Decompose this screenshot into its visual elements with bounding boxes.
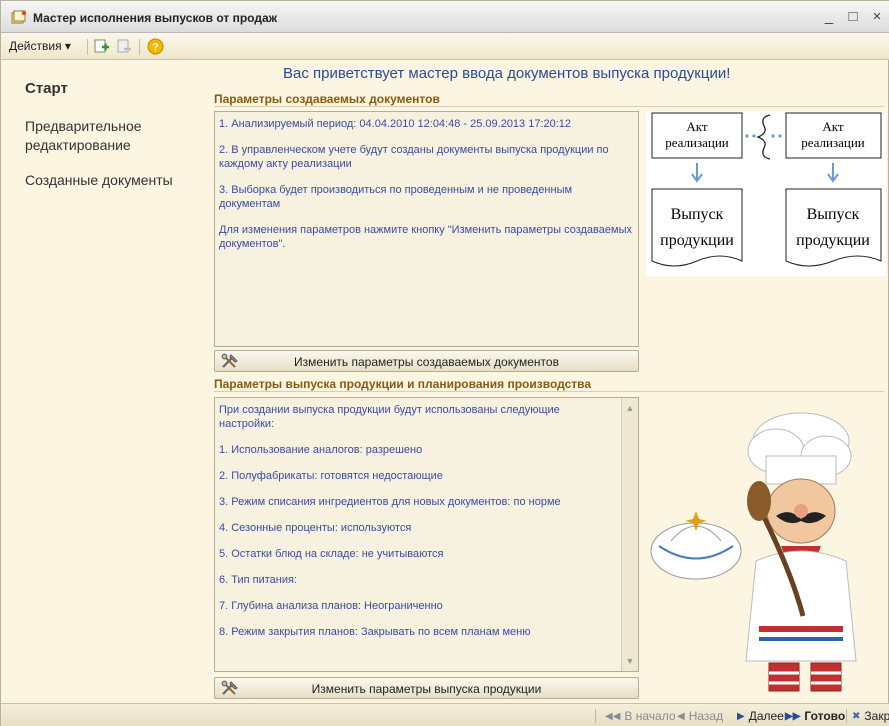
next-label: Далее — [748, 709, 784, 723]
document-params-line: Для изменения параметров нажмите кнопку … — [219, 224, 632, 250]
toolbar: Действия ▾ ? — [1, 33, 889, 60]
document-params-line: 1. Анализируемый период: 04.04.2010 12:0… — [219, 118, 572, 130]
back-label: Назад — [688, 709, 724, 723]
production-params-line: 5. Остатки блюд на складе: не учитываютс… — [219, 548, 444, 560]
arrow-down-icon — [827, 163, 839, 183]
go-to-start-label: В начало — [624, 709, 676, 723]
production-params-text: При создании выпуска продукции будут исп… — [214, 397, 639, 672]
scroll-down-icon[interactable]: ▼ — [622, 653, 638, 669]
output-line2: продукции — [796, 232, 870, 249]
ellipsis-dot — [752, 134, 756, 138]
output-doc-left — [651, 188, 743, 267]
close-button[interactable]: ✖ Закрыть — [852, 709, 889, 723]
production-params-line: 8. Режим закрытия планов: Закрывать по в… — [219, 626, 531, 638]
close-window-button[interactable]: × — [870, 8, 884, 25]
toolbar-separator — [139, 39, 140, 55]
window-controls: _ □ × — [822, 8, 884, 25]
brace-icon — [756, 114, 771, 160]
statusbar-separator — [595, 709, 596, 723]
ellipsis-dot — [778, 134, 782, 138]
back-button[interactable]: ◀ Назад — [677, 709, 723, 723]
maximize-button[interactable]: □ — [846, 8, 860, 25]
help-icon[interactable]: ? — [147, 38, 164, 55]
document-params-line: 3. Выборка будет производиться по провед… — [219, 184, 573, 210]
production-params-line: 4. Сезонные проценты: используются — [219, 522, 412, 534]
production-params-line: При создании выпуска продукции будут исп… — [219, 404, 560, 430]
section-title-production-params: Параметры выпуска продукции и планирован… — [214, 377, 592, 391]
document-params-text: 1. Анализируемый период: 04.04.2010 12:0… — [214, 111, 639, 347]
production-params-line: 1. Использование аналогов: разрешено — [219, 444, 423, 456]
production-params-line: 7. Глубина анализа планов: Неограниченно — [219, 600, 443, 612]
output-doc-right — [785, 188, 882, 267]
wizard-window: Мастер исполнения выпусков от продаж _ □… — [0, 0, 889, 726]
close-icon: ✖ — [852, 710, 861, 722]
close-label: Закрыть — [864, 709, 889, 723]
right-arrow-icon: ▶ — [737, 710, 745, 722]
title-bar: Мастер исполнения выпусков от продаж _ □… — [1, 1, 889, 33]
vertical-scrollbar[interactable]: ▲ ▼ — [621, 398, 638, 671]
form-icon — [11, 10, 27, 24]
done-button[interactable]: ▶▶ Готово — [785, 709, 845, 723]
arrow-down-icon — [691, 163, 703, 183]
double-right-arrow-icon: ▶▶ — [785, 710, 801, 722]
actions-menu[interactable]: Действия ▾ — [9, 39, 71, 53]
document-params-line: 2. В управленческом учете будут созданы … — [219, 144, 609, 170]
section-divider — [214, 391, 884, 392]
add-icon[interactable] — [93, 38, 110, 55]
production-params-line: 6. Тип питания: — [219, 574, 297, 586]
change-production-params-button[interactable]: Изменить параметры выпуска продукции — [214, 677, 639, 699]
production-params-line: 3. Режим списания ингредиентов для новых… — [219, 496, 561, 508]
wizard-nav-bar: ◀◀ В начало ◀ Назад ▶ Далее ▶▶ Готово ✖ … — [1, 703, 889, 726]
double-left-arrow-icon: ◀◀ — [605, 710, 621, 722]
nav-step-preliminary-edit[interactable]: Предварительное редактирование — [25, 117, 185, 155]
change-production-params-label: Изменить параметры выпуска продукции — [311, 682, 542, 696]
output-line1: Выпуск — [807, 206, 860, 223]
window-title: Мастер исполнения выпусков от продаж — [33, 11, 278, 25]
statusbar-separator — [846, 709, 847, 723]
production-params-line: 2. Полуфабрикаты: готовятся недостающие — [219, 470, 443, 482]
sales-act-line2: реализации — [801, 135, 865, 150]
left-arrow-icon: ◀ — [677, 710, 685, 722]
svg-text:?: ? — [152, 42, 159, 54]
minimize-button[interactable]: _ — [822, 8, 836, 25]
section-divider — [214, 106, 884, 107]
page-title: Вас приветствует мастер ввода документов… — [283, 65, 731, 82]
toolbar-separator — [87, 39, 88, 55]
nav-step-created-documents[interactable]: Созданные документы — [25, 171, 173, 190]
output-line1: Выпуск — [671, 206, 724, 223]
change-document-params-label: Изменить параметры создаваемых документо… — [294, 355, 559, 369]
ellipsis-dot — [771, 134, 775, 138]
chef-illustration — [650, 412, 857, 692]
section-title-document-params: Параметры создаваемых документов — [214, 92, 440, 106]
sales-act-line1: Акт — [822, 119, 844, 134]
ellipsis-dot — [745, 134, 749, 138]
delete-icon[interactable] — [115, 38, 132, 55]
sales-act-line2: реализации — [665, 135, 729, 150]
done-label: Готово — [804, 709, 846, 723]
process-diagram: Акт реализации Акт реализации Выпуск про… — [646, 111, 886, 276]
change-document-params-button[interactable]: Изменить параметры создаваемых документо… — [214, 350, 639, 372]
nav-step-start[interactable]: Старт — [25, 79, 68, 98]
scroll-up-icon[interactable]: ▲ — [622, 400, 638, 416]
next-button[interactable]: ▶ Далее — [737, 709, 784, 723]
wizard-steps-nav: Старт Предварительное редактирование Соз… — [9, 67, 205, 697]
sales-act-line1: Акт — [686, 119, 708, 134]
go-to-start-button[interactable]: ◀◀ В начало — [605, 709, 676, 723]
output-line2: продукции — [660, 232, 734, 249]
